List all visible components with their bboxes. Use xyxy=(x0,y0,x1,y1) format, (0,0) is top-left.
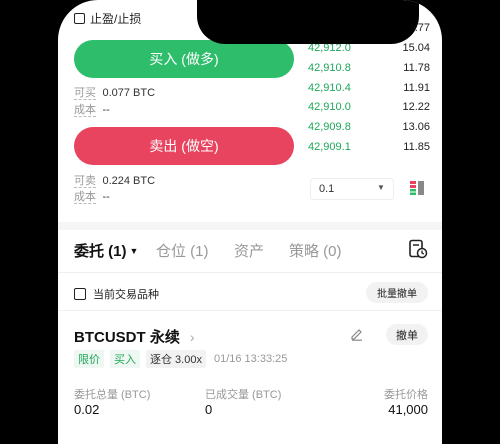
tp-sl-checkbox[interactable] xyxy=(74,13,85,24)
section-divider xyxy=(58,222,442,230)
current-symbol-checkbox[interactable] xyxy=(74,288,86,300)
orderbook-price: 42,910.0 xyxy=(308,101,351,113)
order-total-label: 委托总量 (BTC) xyxy=(74,389,151,401)
tab-orders-label: 委托 (1) xyxy=(74,243,127,260)
current-symbol-filter[interactable]: 当前交易品种 xyxy=(74,286,159,302)
orderbook-qty: 11.91 xyxy=(403,82,430,94)
orderbook-price: 42,910.4 xyxy=(308,82,351,94)
buy-cost-row: 成本 -- xyxy=(74,100,110,118)
order-price-value: 41,000 xyxy=(388,402,428,417)
chevron-right-icon: › xyxy=(189,328,195,345)
buy-cost-value: -- xyxy=(102,104,110,116)
tab-positions[interactable]: 仓位 (1) xyxy=(156,240,209,261)
orderbook-row[interactable]: 42,910.8 11.78 xyxy=(308,62,430,74)
current-symbol-label: 当前交易品种 xyxy=(93,289,159,301)
order-type-tag: 限价 xyxy=(74,350,104,368)
tab-orders[interactable]: 委托 (1) ▼ xyxy=(74,240,138,261)
order-filled-value: 0 xyxy=(205,402,213,417)
buy-cost-label: 成本 xyxy=(74,104,96,117)
order-price-label: 委托价格 xyxy=(384,389,428,401)
orderbook-qty: 13.06 xyxy=(402,121,430,133)
tabs-divider xyxy=(58,272,442,273)
sell-cost-label: 成本 xyxy=(74,191,96,204)
device-notch xyxy=(197,0,419,44)
orderbook-qty: 11.85 xyxy=(403,141,430,153)
orderbook-row[interactable]: 42,910.0 12.22 xyxy=(308,101,430,113)
order-time: 01/16 13:33:25 xyxy=(213,353,288,365)
tp-sl-row[interactable]: 止盈/止损 xyxy=(74,10,141,27)
orderbook-qty: 11.78 xyxy=(403,62,430,74)
tp-sl-label: 止盈/止损 xyxy=(90,12,142,26)
tab-strategies[interactable]: 策略 (0) xyxy=(289,240,342,261)
order-tags: 限价 买入 逐仓 3.00x 01/16 13:33:25 xyxy=(74,350,287,368)
buy-available-label: 可买 xyxy=(74,87,96,100)
caret-down-icon: ▼ xyxy=(129,245,139,256)
order-filled-label: 已成交量 (BTC) xyxy=(205,389,282,401)
sell-available-value: 0.224 BTC xyxy=(102,175,156,187)
tab-assets[interactable]: 资产 xyxy=(234,240,264,261)
sell-cost-row: 成本 -- xyxy=(74,187,110,205)
precision-select[interactable]: 0.1 ▼ xyxy=(310,178,394,200)
sell-short-button[interactable]: 卖出 (做空) xyxy=(74,127,294,165)
orderbook-qty: 12.22 xyxy=(402,101,430,113)
sell-cost-value: -- xyxy=(102,191,110,203)
order-margin-tag: 逐仓 3.00x xyxy=(146,350,206,368)
orderbook-price: 42,909.1 xyxy=(308,141,351,153)
buy-available-value: 0.077 BTC xyxy=(102,87,156,99)
chevron-down-icon: ▼ xyxy=(377,183,385,192)
orderbook-row[interactable]: 42,909.8 13.06 xyxy=(308,121,430,133)
app-screen: 止盈/止损 买入 (做多) 可买 0.077 BTC 成本 -- 卖出 (做空)… xyxy=(58,0,442,444)
cancel-all-button[interactable]: 批量撤单 xyxy=(366,282,428,303)
filter-divider xyxy=(58,310,442,311)
buy-long-button[interactable]: 买入 (做多) xyxy=(74,40,294,78)
edit-order-icon[interactable] xyxy=(350,327,364,341)
order-symbol-link[interactable]: BTCUSDT 永续 › xyxy=(74,326,195,347)
precision-value: 0.1 xyxy=(319,183,335,195)
orderbook-price: 42,910.8 xyxy=(308,62,351,74)
orderbook-layout-icon[interactable] xyxy=(410,181,424,195)
orderbook-row[interactable]: 42,910.4 11.91 xyxy=(308,82,430,94)
order-total-value: 0.02 xyxy=(74,402,100,417)
order-symbol: BTCUSDT 永续 xyxy=(74,329,180,346)
orderbook-price: 42,909.8 xyxy=(308,121,351,133)
orderbook-qty: 15.04 xyxy=(402,42,430,54)
orderbook-row[interactable]: 42,909.1 11.85 xyxy=(308,141,430,153)
cancel-order-button[interactable]: 撤单 xyxy=(386,324,428,345)
order-side-tag: 买入 xyxy=(110,350,140,368)
order-history-icon[interactable] xyxy=(408,239,428,259)
buy-available-row: 可买 0.077 BTC xyxy=(74,83,155,101)
